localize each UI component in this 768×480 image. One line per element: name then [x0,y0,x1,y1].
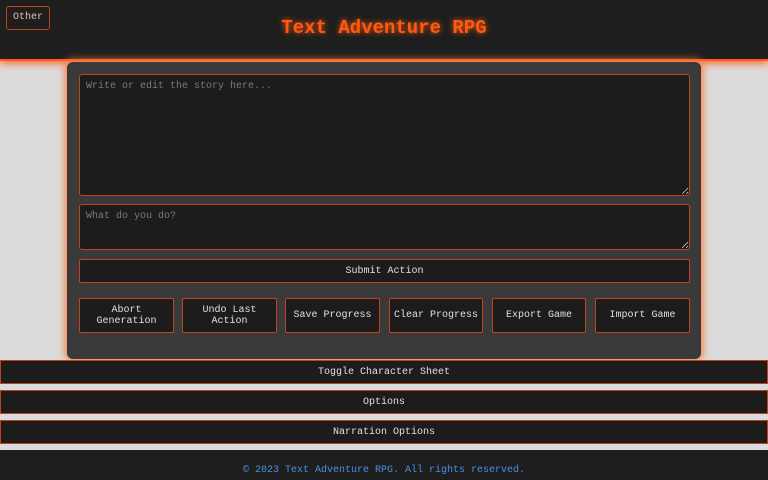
action-input[interactable] [79,204,690,250]
submit-action-button[interactable]: Submit Action [79,259,690,283]
toggle-character-sheet-button[interactable]: Toggle Character Sheet [0,360,768,384]
import-game-button[interactable]: Import Game [595,298,690,333]
page-title: Text Adventure RPG [281,17,487,39]
game-container: Submit Action Abort Generation Undo Last… [67,62,701,359]
export-game-button[interactable]: Export Game [492,298,586,333]
story-textarea[interactable] [79,74,690,196]
copyright-text: © 2023 Text Adventure RPG. All rights re… [242,465,526,476]
clear-progress-button[interactable]: Clear Progress [389,298,483,333]
header: Other Text Adventure RPG [0,0,768,61]
footer: © 2023 Text Adventure RPG. All rights re… [0,450,768,480]
save-progress-button[interactable]: Save Progress [285,298,380,333]
undo-last-action-button[interactable]: Undo Last Action [182,298,277,333]
narration-options-button[interactable]: Narration Options [0,420,768,444]
options-button[interactable]: Options [0,390,768,414]
abort-generation-button[interactable]: Abort Generation [79,298,174,333]
